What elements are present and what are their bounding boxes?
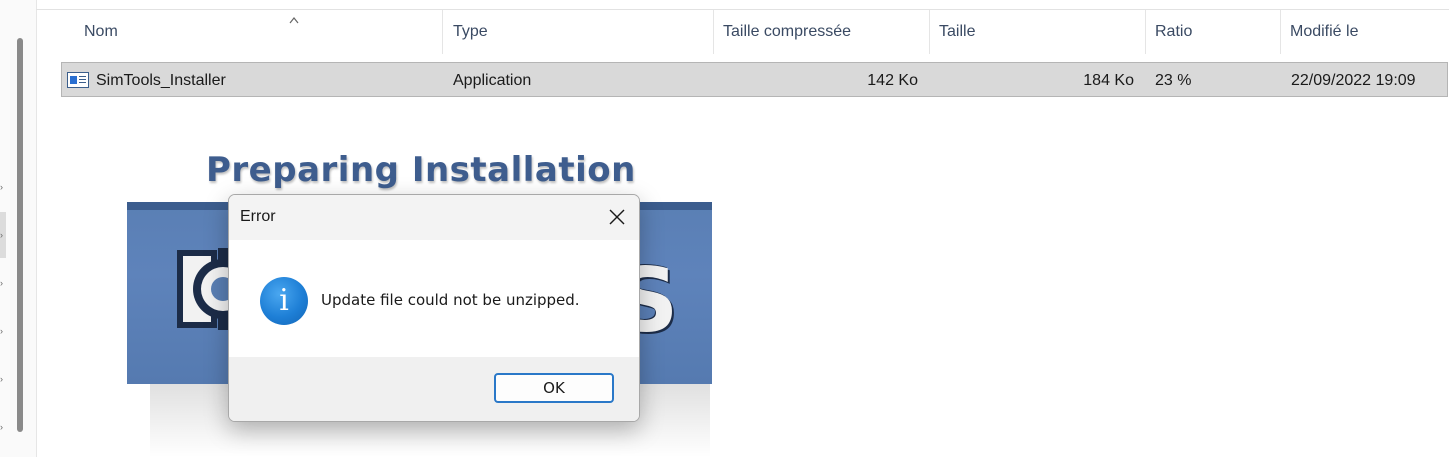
- file-size: 184 Ko: [1083, 72, 1134, 89]
- file-modified-date: 22/09/2022 19:09: [1291, 72, 1416, 89]
- column-header-bar: Nom Type Taille compressée Taille Ratio …: [36, 10, 1449, 54]
- dialog-title: Error: [240, 208, 276, 225]
- expand-chevron-icon[interactable]: ›: [0, 231, 6, 240]
- column-header-size[interactable]: Taille: [929, 10, 1145, 54]
- dialog-body: i Update file could not be unzipped.: [229, 240, 639, 357]
- column-header-type[interactable]: Type: [443, 10, 713, 54]
- dialog-message: Update file could not be unzipped.: [321, 291, 580, 309]
- splash-title: Preparing Installation: [206, 150, 636, 190]
- column-header-ratio[interactable]: Ratio: [1145, 10, 1280, 54]
- column-header-name[interactable]: Nom: [74, 10, 442, 54]
- file-name: SimTools_Installer: [96, 72, 226, 89]
- column-header-compressed-size[interactable]: Taille compressée: [713, 10, 929, 54]
- file-type: Application: [453, 72, 532, 89]
- expand-chevron-icon[interactable]: ›: [0, 423, 6, 432]
- navigation-scrollbar[interactable]: [17, 38, 23, 432]
- info-icon: i: [260, 277, 308, 325]
- dialog-titlebar[interactable]: Error: [229, 195, 639, 240]
- close-button[interactable]: [593, 195, 639, 240]
- dialog-footer: OK: [229, 357, 639, 421]
- error-dialog: Error i Update file could not be unzippe…: [228, 194, 640, 422]
- expand-chevron-icon[interactable]: ›: [0, 279, 6, 288]
- navigation-pane: › › › › › ›: [0, 0, 37, 457]
- ok-button[interactable]: OK: [494, 373, 614, 403]
- file-row[interactable]: SimTools_Installer Application 142 Ko 18…: [61, 62, 1448, 97]
- expand-chevron-icon[interactable]: ›: [0, 183, 6, 192]
- application-icon: [67, 72, 89, 88]
- expand-chevron-icon[interactable]: ›: [0, 327, 6, 336]
- close-icon: [609, 209, 625, 225]
- toolbar-divider: [36, 0, 1449, 10]
- column-header-modified[interactable]: Modifié le: [1280, 10, 1448, 54]
- expand-chevron-icon[interactable]: ›: [0, 375, 6, 384]
- file-ratio: 23 %: [1155, 72, 1192, 89]
